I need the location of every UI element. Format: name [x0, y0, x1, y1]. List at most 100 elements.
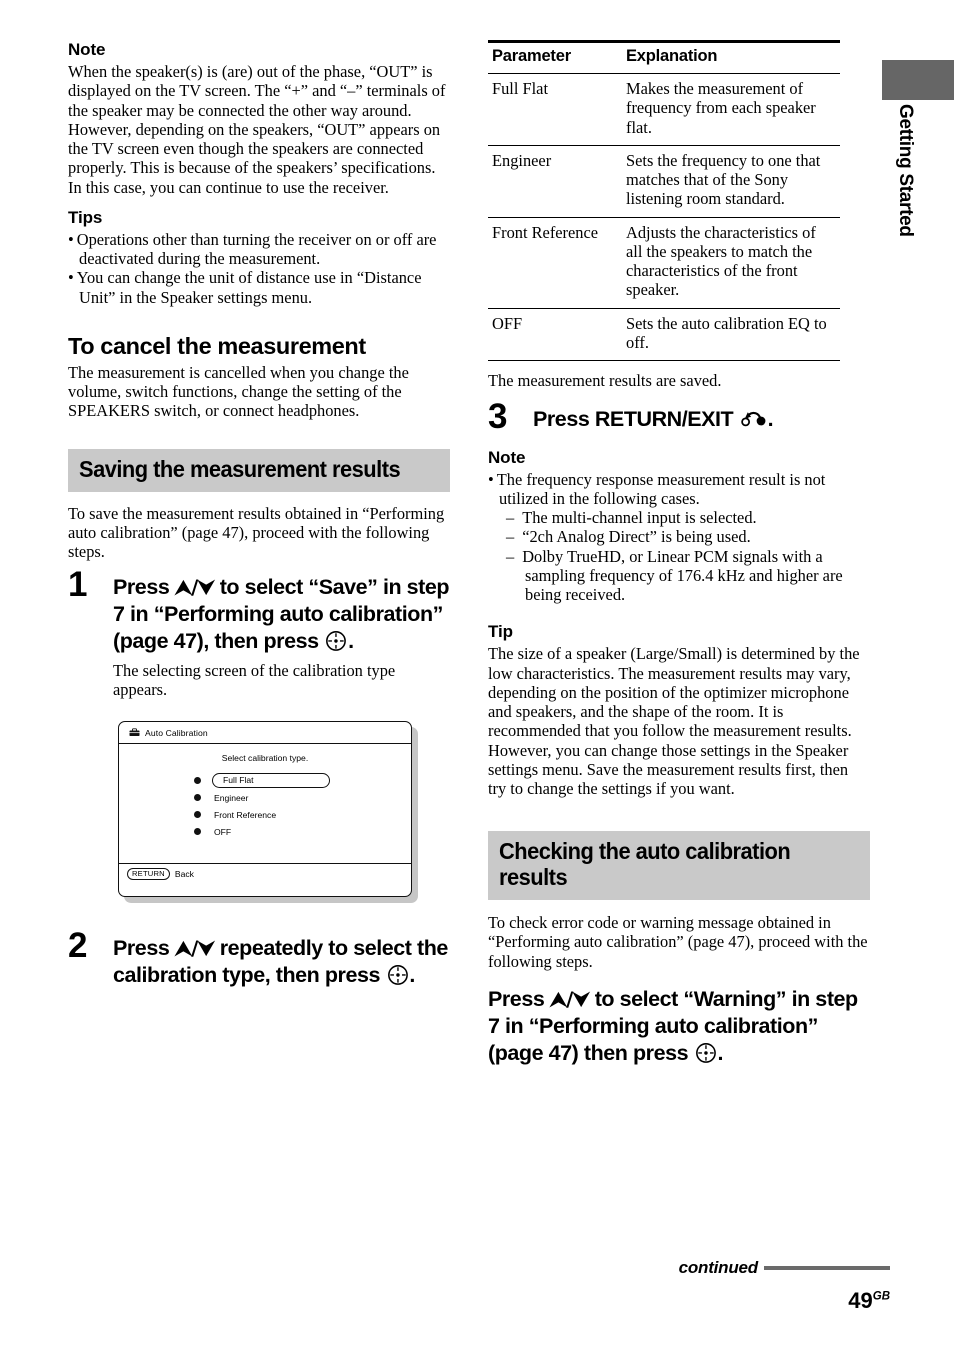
list-item: The multi-channel input is selected. [506, 508, 870, 527]
page-number: 49GB [848, 1288, 890, 1314]
left-column: Note When the speaker(s) is (are) out of… [68, 40, 450, 989]
step-1: 1 Press ⮝/⮟ to select “Save” in step 7 i… [68, 567, 450, 699]
option-label: Front Reference [214, 809, 277, 820]
enter-button-icon [325, 630, 347, 652]
option-label: Full Flat [212, 773, 330, 788]
press-text-a: Press [488, 986, 550, 1011]
up-down-arrows-icon: ⮝/⮟ [174, 937, 215, 961]
option-label: OFF [214, 826, 232, 837]
right-note-heading: Note [488, 447, 526, 467]
section-tab-block [882, 60, 954, 100]
step-3-text-a: Press RETURN/EXIT [533, 407, 739, 432]
table-cell-explanation: Makes the measurement of frequency from … [622, 73, 840, 146]
continued-label: continued [678, 1258, 759, 1277]
screen-body: Select calibration type. Full Flat Engin… [119, 753, 411, 884]
return-key-action-label: Back [174, 869, 194, 880]
parameter-table: Parameter Explanation Full Flat Makes th… [488, 40, 840, 362]
option-label: Engineer [214, 792, 249, 803]
table-cell-parameter: Front Reference [488, 217, 622, 309]
step-3: 3 Press RETURN/EXIT . [488, 399, 870, 434]
manual-page: Getting Started Note When the speaker(s)… [0, 0, 954, 1352]
step-3-text-b: . [767, 407, 774, 432]
up-down-arrows-icon: ⮝/⮟ [549, 987, 590, 1011]
table-row: OFF Sets the auto calibration EQ to off. [488, 308, 840, 362]
page-number-suffix: GB [872, 1290, 890, 1303]
right-note-sublist: The multi-channel input is selected. “2c… [506, 508, 870, 604]
bullet-icon [194, 794, 201, 802]
table-cell-explanation: Sets the auto calibration EQ to off. [622, 308, 840, 362]
right-note-list: The frequency response measurement resul… [488, 470, 870, 509]
step-2-text-a: Press [113, 936, 175, 961]
section-banner-checking-text: Checking the auto calibration results [499, 837, 791, 891]
checking-press-step: Press ⮝/⮟ to select “Warning” in step 7 … [488, 986, 870, 1067]
screen-titlebar: Auto Calibration [119, 722, 411, 745]
list-item: Dolby TrueHD, or Linear PCM signals with… [506, 547, 870, 605]
saving-intro: To save the measurement results obtained… [68, 503, 445, 562]
toolbox-icon [129, 728, 140, 737]
section-tab-label: Getting Started [895, 104, 916, 237]
option-full-flat[interactable]: Full Flat [194, 772, 411, 789]
table-cell-explanation: Sets the frequency to one that matches t… [622, 145, 840, 218]
enter-button-icon [695, 1042, 717, 1064]
section-banner-saving-text: Saving the measurement results [79, 455, 401, 482]
bullet-icon [194, 811, 201, 819]
list-item: Operations other than turning the receiv… [68, 230, 450, 269]
footer-rule [764, 1266, 890, 1270]
step-1-text-a: Press [113, 575, 175, 600]
bullet-icon [194, 828, 201, 836]
note-heading: Note [68, 40, 106, 59]
step-3-number: 3 [488, 397, 508, 437]
up-down-arrows-icon: ⮝/⮟ [174, 576, 215, 600]
tip-heading: Tip [488, 622, 513, 642]
screen-footer: RETURN Back [119, 863, 411, 884]
section-banner-saving: Saving the measurement results [68, 448, 450, 492]
option-front-reference[interactable]: Front Reference [194, 806, 411, 823]
option-engineer[interactable]: Engineer [194, 789, 411, 806]
checking-press-step-title: Press ⮝/⮟ to select “Warning” in step 7 … [488, 986, 870, 1067]
table-cell-parameter: Full Flat [488, 73, 622, 146]
step-1-number: 1 [68, 565, 88, 605]
continued-marker: continued [679, 1258, 890, 1278]
step-3-title: Press RETURN/EXIT . [533, 406, 870, 433]
page-number-value: 49 [848, 1288, 873, 1313]
table-cell-parameter: OFF [488, 308, 622, 362]
table-header-parameter: Parameter [488, 40, 622, 74]
table-row: Full Flat Makes the measurement of frequ… [488, 73, 840, 146]
press-text-c: . [717, 1041, 724, 1066]
step-2: 2 Press ⮝/⮟ repeatedly to select the cal… [68, 928, 450, 989]
screen-prompt: Select calibration type. [221, 753, 309, 764]
table-cell-explanation: Adjusts the characteristics of all the s… [622, 217, 840, 309]
table-row: Front Reference Adjusts the characterist… [488, 217, 840, 309]
step-1-text-c: . [348, 629, 354, 654]
list-item: The frequency response measurement resul… [488, 470, 870, 509]
table-header-explanation: Explanation [622, 40, 840, 74]
table-row: Engineer Sets the frequency to one that … [488, 145, 840, 218]
bullet-icon [194, 777, 201, 785]
right-column: Parameter Explanation Full Flat Makes th… [488, 40, 870, 1067]
results-saved-text: The measurement results are saved. [488, 371, 722, 391]
tips-list: Operations other than turning the receiv… [68, 230, 450, 307]
screen-title: Auto Calibration [145, 727, 208, 738]
tv-screen-illustration: Auto Calibration Select calibration type… [118, 721, 418, 904]
step-2-title: Press ⮝/⮟ repeatedly to select the calib… [113, 935, 450, 989]
step-2-text-c: . [409, 963, 415, 988]
section-banner-checking: Checking the auto calibration results [488, 830, 870, 901]
list-item: “2ch Analog Direct” is being used. [506, 527, 870, 546]
note-body: When the speaker(s) is (are) out of the … [68, 62, 446, 197]
list-item: You can change the unit of distance use … [68, 268, 450, 307]
option-off[interactable]: OFF [194, 823, 411, 840]
step-1-body: The selecting screen of the calibration … [113, 660, 396, 699]
step-2-number: 2 [68, 926, 88, 966]
step-1-title: Press ⮝/⮟ to select “Save” in step 7 in … [113, 574, 450, 655]
cancel-measurement-heading: To cancel the measurement [68, 332, 366, 359]
enter-button-icon [387, 964, 409, 986]
checking-intro: To check error code or warning message o… [488, 913, 868, 971]
table-cell-parameter: Engineer [488, 145, 622, 218]
return-key-badge[interactable]: RETURN [127, 867, 170, 881]
cancel-measurement-body: The measurement is cancelled when you ch… [68, 362, 409, 421]
return-exit-icon [741, 410, 768, 428]
calibration-type-options: Full Flat Engineer Front Reference OFF [194, 772, 411, 840]
screen-frame: Auto Calibration Select calibration type… [118, 721, 412, 898]
tip-body: The size of a speaker (Large/Small) is d… [488, 644, 860, 799]
tips-heading: Tips [68, 207, 103, 227]
